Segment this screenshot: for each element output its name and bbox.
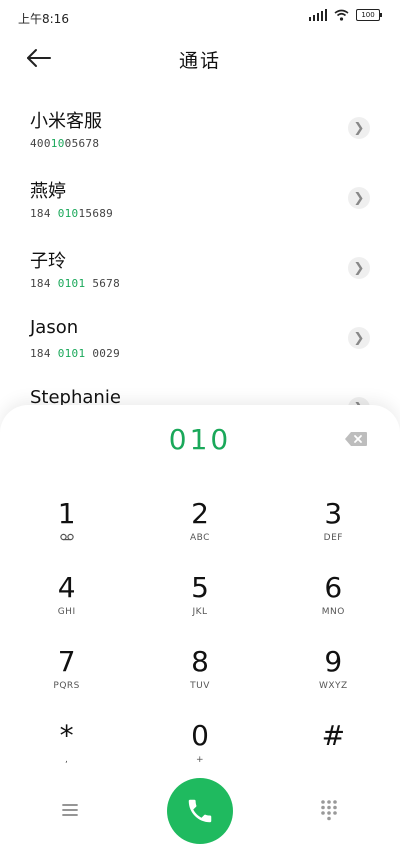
contact-number: 4001005678 <box>30 137 99 150</box>
status-bar: 上午8:16 100 <box>0 0 400 34</box>
number-match: 10 <box>50 137 65 150</box>
backspace-icon[interactable] <box>344 431 368 447</box>
number-match: 0101 <box>57 347 86 360</box>
key-3[interactable]: 3 DEF <box>267 497 400 571</box>
contact-item[interactable]: 燕婷 184 01015689 ❯ <box>0 165 400 235</box>
contact-item[interactable]: 子玲 184 0101 5678 ❯ <box>0 235 400 305</box>
dialer-actions <box>0 777 400 847</box>
chevron-right-icon[interactable]: ❯ <box>348 117 370 139</box>
status-time: 上午8:16 <box>18 12 69 26</box>
number-match: 0101 <box>57 277 86 290</box>
contact-name: Jason <box>30 317 79 338</box>
key-digit: 3 <box>324 497 343 530</box>
number-suffix: 5678 <box>85 277 121 290</box>
contact-list: 小米客服 4001005678 ❯ 燕婷 184 01015689 ❯ 子玲 1… <box>0 95 400 445</box>
key-letters: DEF <box>323 533 343 543</box>
contact-name: 燕婷 <box>30 181 66 202</box>
key-letters: JKL <box>192 607 208 617</box>
key-digit: # <box>321 719 346 752</box>
key-digit: 0 <box>191 719 209 752</box>
key-digit: 6 <box>324 571 343 604</box>
call-button[interactable] <box>167 778 233 844</box>
battery-icon: 100 <box>356 9 382 21</box>
key-letters: PQRS <box>53 681 80 691</box>
number-suffix: 0029 <box>85 347 121 360</box>
chevron-right-icon[interactable]: ❯ <box>348 327 370 349</box>
dialer-panel: 010 1 2 ABC 3 DEF 4 GHI 5 JKL 6 MNO 7 PQ… <box>0 405 400 866</box>
dialed-number: 010 <box>168 423 232 456</box>
contact-number: 184 01015689 <box>30 207 113 220</box>
number-match: 010 <box>57 207 79 220</box>
number-prefix: 184 <box>30 207 58 220</box>
key-letters: MNO <box>321 607 345 617</box>
key-2[interactable]: 2 ABC <box>133 497 266 571</box>
key-letters: , <box>64 755 69 765</box>
wifi-icon <box>334 9 349 21</box>
status-icons: 100 <box>309 9 382 21</box>
key-digit: 9 <box>324 645 343 678</box>
key-letters: TUV <box>190 681 210 691</box>
key-4[interactable]: 4 GHI <box>0 571 133 645</box>
header: 通话 <box>0 36 400 80</box>
contact-item[interactable]: 小米客服 4001005678 ❯ <box>0 95 400 165</box>
key-letters: + <box>195 755 205 765</box>
key-digit: * <box>59 719 74 752</box>
contact-item[interactable]: Jason 184 0101 0029 ❯ <box>0 305 400 375</box>
signal-icon <box>309 9 327 21</box>
key-digit: 2 <box>191 497 209 530</box>
contact-number: 184 0101 5678 <box>30 277 120 290</box>
key-digit: 1 <box>57 497 76 530</box>
number-prefix: 400 <box>30 137 51 150</box>
number-prefix: 184 <box>30 347 58 360</box>
key-9[interactable]: 9 WXYZ <box>267 645 400 719</box>
key-7[interactable]: 7 PQRS <box>0 645 133 719</box>
key-5[interactable]: 5 JKL <box>133 571 266 645</box>
menu-icon[interactable] <box>62 803 78 817</box>
keypad: 1 2 ABC 3 DEF 4 GHI 5 JKL 6 MNO 7 PQRS 8… <box>0 497 400 793</box>
key-letters: ABC <box>190 533 210 543</box>
key-digit: 8 <box>191 645 209 678</box>
chevron-right-icon[interactable]: ❯ <box>348 257 370 279</box>
contact-number: 184 0101 0029 <box>30 347 120 360</box>
key-letters: GHI <box>57 607 76 617</box>
page-title: 通话 <box>178 50 221 72</box>
key-8[interactable]: 8 TUV <box>133 645 266 719</box>
key-letters: WXYZ <box>318 681 348 691</box>
key-6[interactable]: 6 MNO <box>267 571 400 645</box>
contact-name: 小米客服 <box>30 111 102 132</box>
keypad-icon[interactable] <box>320 799 338 821</box>
chevron-right-icon[interactable]: ❯ <box>348 187 370 209</box>
key-digit: 5 <box>191 571 209 604</box>
key-1[interactable]: 1 <box>0 497 133 571</box>
number-suffix: 15689 <box>78 207 114 220</box>
key-digit: 7 <box>57 645 76 678</box>
number-prefix: 184 <box>30 277 58 290</box>
contact-name: 子玲 <box>30 251 66 272</box>
voicemail-icon <box>59 533 74 545</box>
phone-icon <box>188 799 212 823</box>
battery-level: 100 <box>361 11 375 19</box>
number-suffix: 05678 <box>64 137 100 150</box>
key-digit: 4 <box>57 571 76 604</box>
